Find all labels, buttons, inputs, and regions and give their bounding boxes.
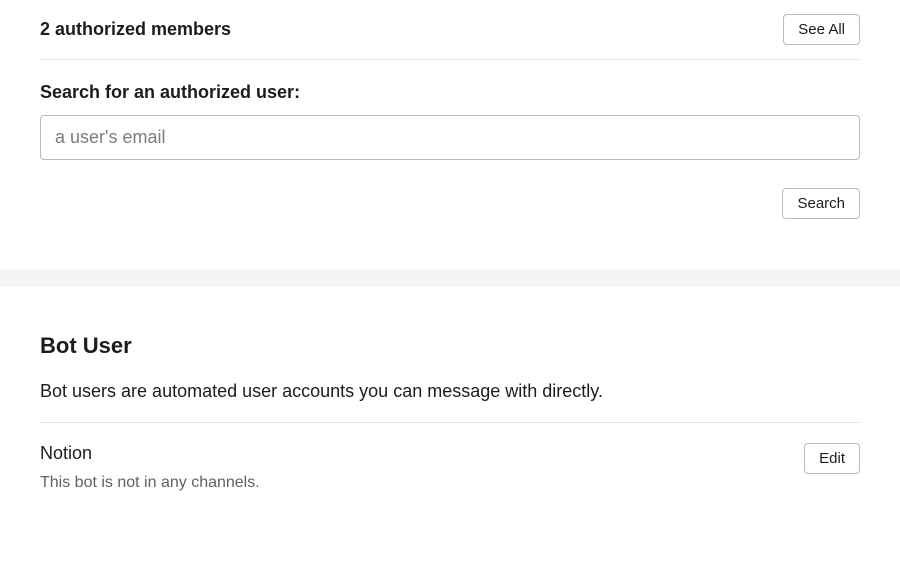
members-header-row: 2 authorized members See All <box>40 14 860 45</box>
search-label: Search for an authorized user: <box>40 82 860 103</box>
edit-button[interactable]: Edit <box>804 443 860 474</box>
bot-status: This bot is not in any channels. <box>40 474 260 492</box>
section-gap <box>0 269 900 287</box>
search-button[interactable]: Search <box>782 188 860 219</box>
search-button-row: Search <box>40 188 860 219</box>
bot-info: Notion This bot is not in any channels. <box>40 443 260 492</box>
divider <box>40 59 860 60</box>
bot-user-title: Bot User <box>40 333 860 359</box>
search-input[interactable] <box>40 115 860 160</box>
see-all-button[interactable]: See All <box>783 14 860 45</box>
bot-row: Notion This bot is not in any channels. … <box>40 423 860 492</box>
bot-name: Notion <box>40 443 260 464</box>
authorized-members-heading: 2 authorized members <box>40 19 231 40</box>
bot-user-description: Bot users are automated user accounts yo… <box>40 381 860 402</box>
